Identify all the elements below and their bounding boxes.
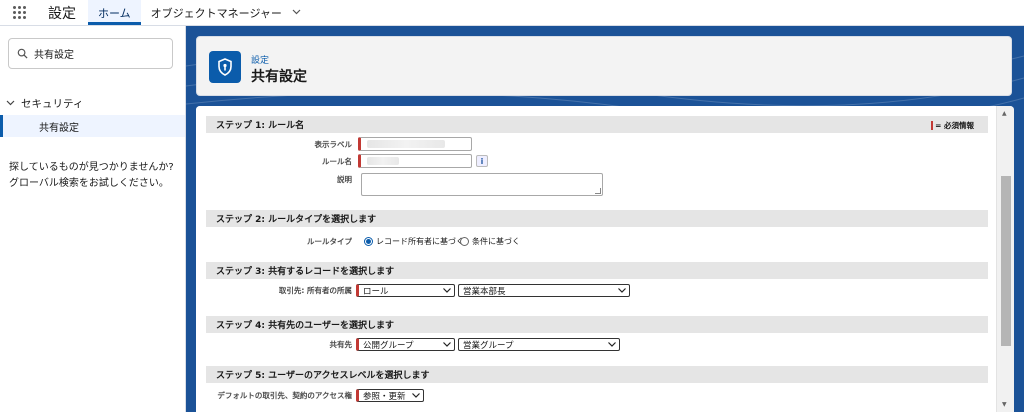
description-textarea[interactable] (361, 173, 603, 196)
label-owner-of: 取引先: 所有者の所属 (278, 286, 352, 295)
chevron-down-icon (412, 392, 420, 400)
global-header: 設定 ホーム オブジェクトマネージャー (0, 0, 1024, 26)
breadcrumb[interactable]: 設定 (251, 53, 269, 66)
share-type-value: 公開グループ (363, 340, 414, 351)
tree-item-security-label: セキュリティ (21, 98, 84, 110)
owner-value-value: 営業本部長 (463, 286, 506, 297)
search-help-text: 探しているものが見つかりませんか? グローバル検索をお試しください。 (9, 160, 181, 192)
step-3-title: ステップ 3: 共有するレコードを選択します (216, 267, 395, 277)
sharing-settings-icon (209, 51, 241, 83)
scroll-down-icon[interactable]: ▼ (1002, 401, 1007, 408)
step-4-header: ステップ 4: 共有先のユーザーを選択します (206, 316, 988, 333)
required-marker-icon (931, 121, 934, 130)
resize-handle-icon[interactable] (595, 188, 601, 194)
tab-object-manager[interactable]: オブジェクトマネージャー (141, 0, 311, 25)
owner-type-value: ロール (363, 286, 389, 297)
setup-sidebar: セキュリティ 共有設定 探しているものが見つかりませんか? グローバル検索をお試… (0, 26, 186, 412)
owner-type-select[interactable]: ロール (356, 284, 455, 297)
rule-edit-form: ステップ 1: ルール名 = 必須情報 表示ラベル ルール名 i 説明 ステップ… (196, 106, 1014, 412)
main-content: 設定 共有設定 ステップ 1: ルール名 = 必須情報 表示ラベル ルール名 i… (186, 26, 1024, 412)
step-2-header: ステップ 2: ルールタイプを選択します (206, 210, 988, 227)
radio-owner-based[interactable]: レコード所有者に基づく (364, 236, 464, 247)
app-name: 設定 (48, 5, 76, 22)
tree-item-sharing-settings[interactable]: 共有設定 (0, 115, 185, 137)
page-title: 共有設定 (251, 69, 307, 85)
tab-object-manager-label: オブジェクトマネージャー (150, 6, 282, 20)
scrollbar-thumb[interactable] (1001, 176, 1011, 346)
scroll-up-icon[interactable]: ▲ (1002, 110, 1007, 117)
chevron-down-icon (443, 287, 451, 295)
step-1-title: ステップ 1: ルール名 (216, 121, 305, 131)
help-text-line-2: グローバル検索をお試しください。 (9, 178, 169, 189)
radio-selected-icon[interactable] (364, 237, 373, 246)
access-level-select[interactable]: 参照・更新 (356, 389, 424, 402)
radio-criteria-label: 条件に基づく (472, 237, 520, 246)
redacted-value (367, 140, 445, 148)
owner-value-select[interactable]: 営業本部長 (458, 284, 630, 297)
redacted-value (367, 157, 399, 165)
label-description: 説明 (337, 175, 352, 184)
chevron-down-icon (618, 287, 626, 295)
step-1-header: ステップ 1: ルール名 = 必須情報 (206, 116, 988, 133)
step-3-header: ステップ 3: 共有するレコードを選択します (206, 262, 988, 279)
quick-find-box[interactable] (8, 38, 173, 69)
required-legend: = 必須情報 (931, 120, 974, 131)
vertical-scrollbar[interactable]: ▲ ▼ (996, 106, 1014, 412)
search-icon (17, 48, 28, 59)
chevron-down-icon[interactable] (6, 99, 15, 109)
label-display: 表示ラベル (314, 140, 353, 149)
app-launcher-icon[interactable] (0, 0, 38, 25)
tab-home[interactable]: ホーム (88, 0, 141, 25)
step-5-header: ステップ 5: ユーザーのアクセスレベルを選択します (206, 366, 988, 383)
radio-owner-label: レコード所有者に基づく (376, 237, 464, 246)
share-value-select[interactable]: 営業グループ (458, 338, 620, 351)
help-text-line-1: 探しているものが見つかりませんか? (9, 162, 174, 173)
chevron-down-icon (443, 341, 451, 349)
step-4-title: ステップ 4: 共有先のユーザーを選択します (216, 321, 394, 331)
page-header: 設定 共有設定 (196, 36, 1012, 96)
label-access-level: デフォルトの取引先、契約のアクセス権 (217, 391, 352, 400)
label-rule-type: ルールタイプ (307, 237, 352, 246)
tree-item-sharing-settings-label: 共有設定 (39, 122, 79, 134)
access-level-value: 参照・更新 (363, 391, 406, 402)
step-2-title: ステップ 2: ルールタイプを選択します (216, 215, 377, 225)
share-type-select[interactable]: 公開グループ (356, 338, 455, 351)
quick-find-input[interactable] (34, 48, 164, 59)
chevron-down-icon[interactable] (292, 8, 301, 18)
tree-item-security[interactable]: セキュリティ (6, 96, 83, 111)
step-5-title: ステップ 5: ユーザーのアクセスレベルを選択します (216, 371, 430, 381)
tab-home-label: ホーム (98, 6, 131, 20)
info-icon[interactable]: i (476, 155, 488, 167)
required-legend-text: = 必須情報 (935, 121, 974, 130)
rule-name-input[interactable] (358, 154, 472, 168)
chevron-down-icon (608, 341, 616, 349)
radio-unselected-icon[interactable] (460, 237, 469, 246)
share-value-value: 営業グループ (463, 340, 514, 351)
display-label-input[interactable] (358, 137, 472, 151)
label-rule-name: ルール名 (322, 157, 352, 166)
form-scroll-area: ステップ 1: ルール名 = 必須情報 表示ラベル ルール名 i 説明 ステップ… (196, 106, 996, 412)
label-share-with: 共有先 (329, 340, 353, 349)
radio-criteria-based[interactable]: 条件に基づく (460, 236, 520, 247)
